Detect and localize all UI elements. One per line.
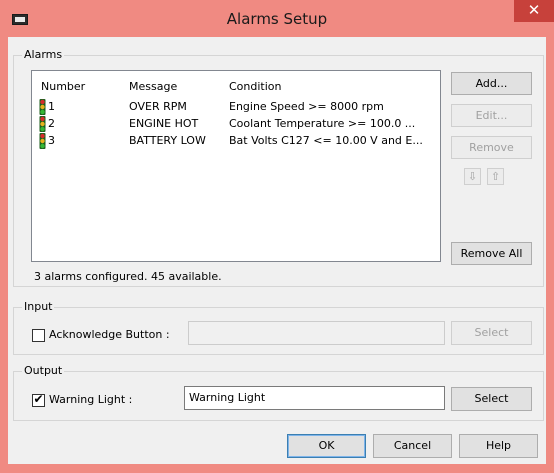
alarm-message: OVER RPM (129, 100, 187, 113)
column-header-message[interactable]: Message (129, 80, 177, 93)
alarm-row[interactable]: 1 OVER RPM Engine Speed >= 8000 rpm (32, 99, 440, 116)
alarms-list[interactable]: Number Message Condition 1 OVER RPM Engi… (31, 70, 441, 262)
move-up-button[interactable]: ⇧ (487, 168, 504, 185)
remove-button[interactable]: Remove (451, 136, 532, 159)
traffic-light-icon (39, 116, 46, 132)
cancel-button[interactable]: Cancel (373, 434, 452, 458)
remove-all-button[interactable]: Remove All (451, 242, 532, 265)
alarm-number: 1 (48, 100, 55, 113)
input-group-label: Input (22, 300, 55, 313)
acknowledge-checkbox[interactable] (32, 329, 45, 342)
alarms-group-label: Alarms (22, 48, 65, 61)
dialog-client: Alarms Number Message Condition 1 OVER R… (8, 37, 546, 464)
move-down-button[interactable]: ⇩ (464, 168, 481, 185)
alarm-condition: Engine Speed >= 8000 rpm (229, 100, 384, 113)
alarm-condition: Bat Volts C127 <= 10.00 V and E... (229, 134, 423, 147)
title-bar[interactable]: Alarms Setup ✕ (0, 0, 554, 37)
output-group-label: Output (22, 364, 65, 377)
alarm-row[interactable]: 3 BATTERY LOW Bat Volts C127 <= 10.00 V … (32, 133, 440, 150)
alarms-setup-window: Alarms Setup ✕ Alarms Number Message Con… (0, 0, 554, 473)
alarm-row[interactable]: 2 ENGINE HOT Coolant Temperature >= 100.… (32, 116, 440, 133)
close-button[interactable]: ✕ (514, 0, 554, 22)
alarm-message: ENGINE HOT (129, 117, 199, 130)
acknowledge-label: Acknowledge Button : (49, 328, 170, 341)
add-button[interactable]: Add... (451, 72, 532, 95)
ok-button[interactable]: OK (287, 434, 366, 458)
acknowledge-select-button[interactable]: Select (451, 321, 532, 345)
column-header-condition[interactable]: Condition (229, 80, 282, 93)
traffic-light-icon (39, 133, 46, 149)
column-header-number[interactable]: Number (41, 80, 85, 93)
alarm-number: 3 (48, 134, 55, 147)
edit-button[interactable]: Edit... (451, 104, 532, 127)
acknowledge-button-field[interactable] (188, 321, 445, 345)
alarms-status: 3 alarms configured. 45 available. (34, 270, 222, 283)
alarm-message: BATTERY LOW (129, 134, 206, 147)
window-title: Alarms Setup (226, 10, 328, 28)
warning-light-checkbox[interactable]: ✔ (32, 392, 45, 407)
alarm-number: 2 (48, 117, 55, 130)
warning-light-field[interactable]: Warning Light (184, 386, 445, 410)
help-button[interactable]: Help (459, 434, 538, 458)
alarm-condition: Coolant Temperature >= 100.0 ... (229, 117, 416, 130)
checkmark-icon: ✔ (33, 392, 44, 406)
warning-light-select-button[interactable]: Select (451, 387, 532, 411)
traffic-light-icon (39, 99, 46, 115)
warning-light-label: Warning Light : (49, 393, 133, 406)
